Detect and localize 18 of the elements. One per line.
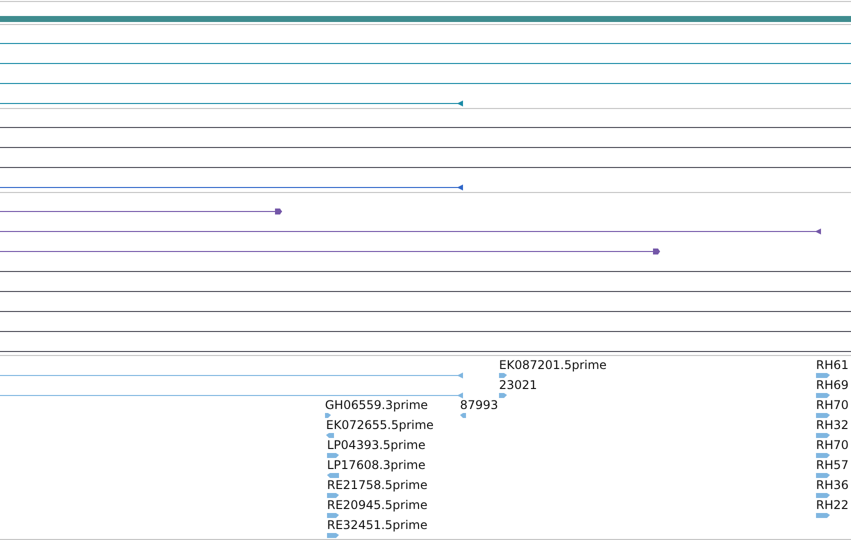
feature-label: 87993 <box>460 398 498 412</box>
feature-label: GH06559.3prime <box>325 398 428 412</box>
feature-label: LP17608.3prime <box>327 458 426 472</box>
feature-label: LP04393.5prime <box>327 438 426 452</box>
feature-label: RH22 <box>816 498 849 512</box>
feature-label: RH70 <box>816 438 849 452</box>
feature-label: 23021 <box>499 378 538 392</box>
feature-label: RE21758.5prime <box>327 478 428 492</box>
feature-label: EK072655.5prime <box>326 418 434 432</box>
feature-label: RH36 <box>816 478 849 492</box>
feature-label: RE32451.5prime <box>327 518 428 532</box>
feature-label: EK087201.5prime <box>499 358 607 372</box>
feature-label: RH57 <box>816 458 849 472</box>
feature-label: RH61 <box>816 358 849 372</box>
feature-label: RH32 <box>816 418 849 432</box>
feature-label: RH70 <box>816 398 849 412</box>
feature-label: RE20945.5prime <box>327 498 428 512</box>
feature-label: RH69 <box>816 378 849 392</box>
